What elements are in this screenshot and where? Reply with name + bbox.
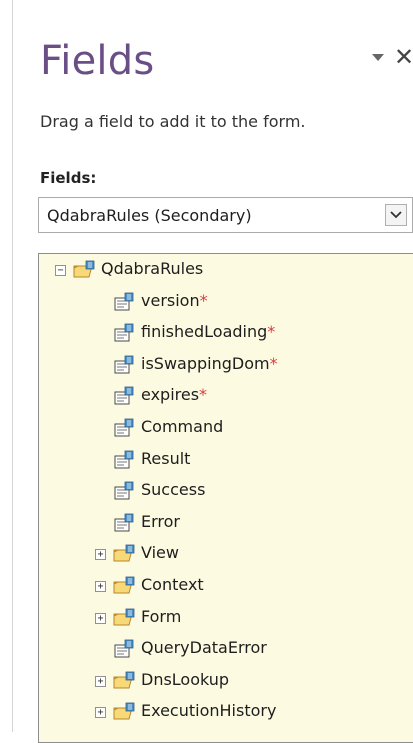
tree-row-dnslookup[interactable]: + DnsLookup bbox=[39, 669, 413, 693]
element-field-icon bbox=[114, 513, 134, 532]
instruction-text: Drag a field to add it to the form. bbox=[40, 112, 306, 131]
dropdown-triangle-icon[interactable] bbox=[368, 44, 388, 70]
tree-node-label: isSwappingDom* bbox=[141, 353, 278, 373]
attribute-field-icon bbox=[114, 386, 134, 405]
tree-row-error[interactable]: Error bbox=[39, 511, 413, 535]
tree-row-executionhistory[interactable]: + ExecutionHistory bbox=[39, 700, 413, 724]
expand-icon[interactable]: + bbox=[95, 612, 106, 624]
required-marker: * bbox=[267, 322, 276, 342]
tree-node-label: expires* bbox=[141, 385, 208, 405]
tree-row-command[interactable]: Command bbox=[39, 416, 413, 440]
tree-row-success[interactable]: Success bbox=[39, 479, 413, 503]
pane-title: Fields bbox=[40, 38, 155, 84]
tree-node-label: version* bbox=[141, 290, 208, 310]
group-folder-icon bbox=[113, 608, 135, 626]
collapse-icon[interactable]: − bbox=[55, 265, 66, 276]
element-field-icon bbox=[114, 418, 134, 437]
expand-icon[interactable]: + bbox=[95, 581, 106, 592]
tree-node-label: Context bbox=[141, 575, 204, 594]
tree-node-label: Result bbox=[141, 448, 191, 468]
element-field-icon bbox=[114, 450, 134, 469]
tree-row-context[interactable]: + Context bbox=[39, 574, 413, 598]
tree-node-label: Error bbox=[141, 511, 180, 531]
chevron-down-icon[interactable] bbox=[385, 204, 407, 226]
tree-row-isswappingdom[interactable]: isSwappingDom* bbox=[39, 353, 413, 377]
tree-node-label: ExecutionHistory bbox=[141, 701, 277, 721]
data-source-value: QdabraRules (Secondary) bbox=[47, 206, 252, 225]
tree-node-label: Command bbox=[141, 417, 224, 436]
tree-row-version[interactable]: version* bbox=[39, 290, 413, 314]
tree-node-label: finishedLoading* bbox=[141, 322, 276, 342]
tree-row-expires[interactable]: expires* bbox=[39, 384, 413, 408]
pane-left-border bbox=[12, 0, 13, 732]
tree-node-label: QdabraRules bbox=[101, 259, 204, 278]
tree-row-finishedloading[interactable]: finishedLoading* bbox=[39, 321, 413, 345]
required-marker: * bbox=[269, 353, 278, 373]
required-marker: * bbox=[199, 290, 208, 310]
element-field-icon bbox=[114, 639, 134, 658]
fields-label: Fields: bbox=[40, 169, 97, 187]
group-folder-icon bbox=[113, 544, 135, 562]
element-field-icon bbox=[114, 481, 134, 500]
tree-node-label: Form bbox=[141, 606, 182, 626]
expand-icon[interactable]: + bbox=[95, 675, 106, 687]
tree-node-label: DnsLookup bbox=[141, 669, 230, 689]
group-folder-icon bbox=[73, 260, 95, 278]
group-folder-icon bbox=[113, 671, 135, 689]
group-folder-icon bbox=[113, 702, 135, 720]
attribute-field-icon bbox=[114, 355, 134, 374]
tree-node-label: QueryDataError bbox=[141, 638, 267, 658]
field-tree[interactable]: − QdabraRules version* finishedLoading* is… bbox=[38, 253, 413, 743]
required-marker: * bbox=[199, 385, 208, 405]
tree-node-label: Success bbox=[141, 480, 206, 500]
tree-row-result[interactable]: Result bbox=[39, 448, 413, 472]
tree-row-form[interactable]: + Form bbox=[39, 606, 413, 630]
attribute-field-icon bbox=[114, 323, 134, 342]
group-folder-icon bbox=[113, 576, 135, 594]
tree-node-label: View bbox=[141, 543, 179, 563]
expand-icon[interactable]: + bbox=[95, 549, 106, 561]
data-source-dropdown[interactable]: QdabraRules (Secondary) bbox=[38, 197, 413, 233]
tree-row-view[interactable]: + View bbox=[39, 542, 413, 566]
close-icon[interactable]: ✕ bbox=[392, 43, 413, 71]
tree-row-querydataerror[interactable]: QueryDataError bbox=[39, 637, 413, 661]
expand-icon[interactable]: + bbox=[95, 707, 106, 719]
tree-root-row[interactable]: − QdabraRules bbox=[39, 258, 413, 282]
attribute-field-icon bbox=[114, 292, 134, 311]
